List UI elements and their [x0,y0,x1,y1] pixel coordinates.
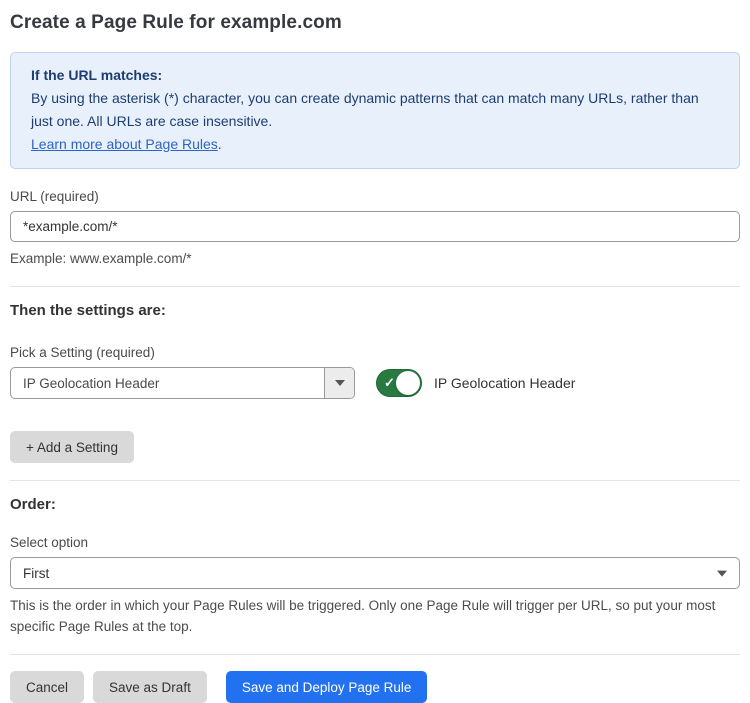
setting-dropdown-arrow-button[interactable] [324,368,354,398]
divider [10,286,740,287]
chevron-down-icon [717,571,727,577]
url-input[interactable] [10,211,740,242]
info-box-heading: If the URL matches: [31,64,719,87]
divider [10,480,740,481]
check-icon: ✓ [384,376,395,389]
order-helper-text: This is the order in which your Page Rul… [10,595,740,637]
page-title: Create a Page Rule for example.com [10,12,740,34]
select-option-label: Select option [10,535,740,550]
setting-dropdown-value: IP Geolocation Header [11,368,324,398]
setting-dropdown[interactable]: IP Geolocation Header [10,367,355,399]
toggle-knob [396,371,420,395]
pick-setting-label: Pick a Setting (required) [10,345,740,360]
toggle-wrap: ✓ IP Geolocation Header [376,369,575,397]
link-suffix: . [218,136,222,152]
divider [10,654,740,655]
save-as-draft-button[interactable]: Save as Draft [93,671,207,703]
learn-more-link[interactable]: Learn more about Page Rules [31,136,218,152]
add-setting-button[interactable]: + Add a Setting [10,431,134,463]
chevron-down-icon [335,380,345,386]
url-field-helper: Example: www.example.com/* [10,248,740,269]
cancel-button[interactable]: Cancel [10,671,84,703]
info-box-link-line: Learn more about Page Rules. [31,133,719,156]
order-select-value: First [23,566,49,581]
order-section-heading: Order: [10,496,740,513]
toggle-label: IP Geolocation Header [434,375,575,391]
save-and-deploy-button[interactable]: Save and Deploy Page Rule [226,671,428,703]
form-actions: Cancel Save as Draft Save and Deploy Pag… [10,671,740,703]
settings-section-heading: Then the settings are: [10,302,740,319]
setting-row: IP Geolocation Header ✓ IP Geolocation H… [10,367,740,399]
ip-geolocation-toggle[interactable]: ✓ [376,369,422,397]
url-match-info-box: If the URL matches: By using the asteris… [10,52,740,169]
info-box-body: By using the asterisk (*) character, you… [31,87,719,133]
url-field-label: URL (required) [10,189,740,204]
create-page-rule-form: Create a Page Rule for example.com If th… [0,0,750,687]
order-select[interactable]: First [10,557,740,589]
